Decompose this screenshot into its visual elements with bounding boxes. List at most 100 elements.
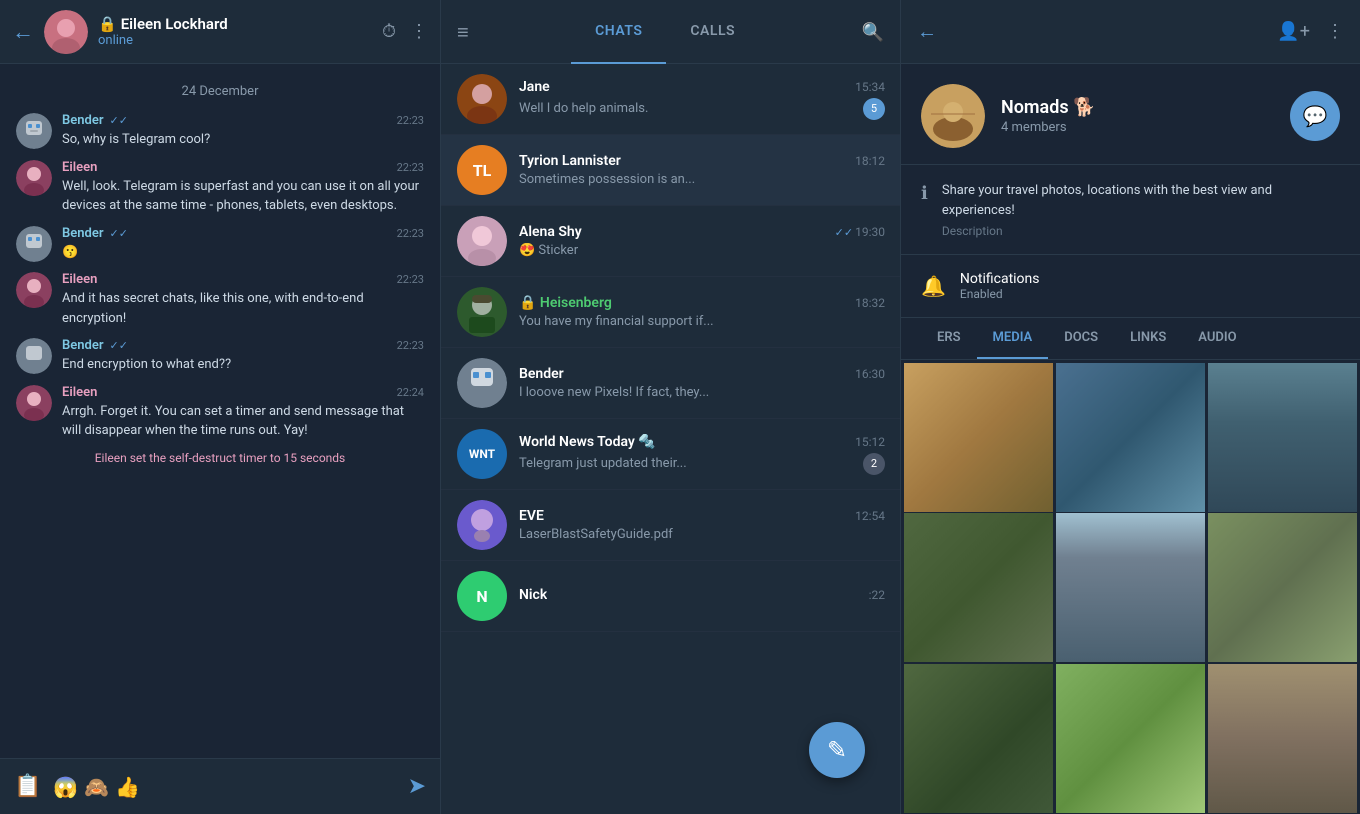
media-thumb-6[interactable] (1208, 513, 1357, 662)
send-button[interactable]: ➤ (408, 774, 426, 799)
header-icons: ⏱ ⋮ (382, 21, 428, 42)
compose-fab[interactable]: ✎ (809, 722, 865, 778)
jane-body: Jane 15:34 Well I do help animals. 5 (519, 79, 885, 120)
message-content: Bender ✓✓ 22:23 😗 (62, 226, 424, 263)
emoji-3: 👍 (115, 775, 140, 799)
heisenberg-top: 🔒 Heisenberg 18:32 (519, 295, 885, 311)
middle-header-top: ≡ CHATS CALLS 🔍 (441, 0, 900, 64)
tab-media[interactable]: MEDIA (977, 318, 1049, 359)
media-thumb-8[interactable] (1056, 664, 1205, 813)
media-thumb-1[interactable] (904, 363, 1053, 512)
jane-badge: 5 (863, 98, 885, 120)
right-more-icon[interactable]: ⋮ (1326, 21, 1344, 42)
chat-item-bender[interactable]: Bender 16:30 I looove new Pixels! If fac… (441, 348, 900, 419)
info-icon: ℹ (921, 183, 928, 204)
wnt-badge: 2 (863, 453, 885, 475)
bender-bottom: I looove new Pixels! If fact, they... (519, 385, 885, 400)
alena-top: Alena Shy ✓✓19:30 (519, 224, 885, 240)
media-thumb-2[interactable] (1056, 363, 1205, 512)
description-label: Description (942, 224, 1340, 238)
chat-item-jane[interactable]: Jane 15:34 Well I do help animals. 5 (441, 64, 900, 135)
sender-name: Eileen (62, 385, 97, 400)
add-user-icon[interactable]: 👤+ (1277, 21, 1310, 42)
chat-item-wnt[interactable]: WNT World News Today 🔩 15:12 Telegram ju… (441, 419, 900, 490)
message-row: Eileen 22:23 And it has secret chats, li… (16, 272, 424, 328)
sender-name: Bender (62, 113, 104, 128)
chat-item-tyrion[interactable]: TL Tyrion Lannister 18:12 Sometimes poss… (441, 135, 900, 206)
jane-avatar (457, 74, 507, 124)
middle-header: ≡ CHATS CALLS 🔍 (440, 0, 900, 63)
tab-docs[interactable]: DOCS (1048, 318, 1114, 359)
eve-name: EVE (519, 508, 544, 524)
search-icon[interactable]: 🔍 (862, 22, 884, 43)
message-text: 😗 (62, 243, 424, 263)
more-icon[interactable]: ⋮ (410, 21, 428, 42)
message-time: 22:23 (397, 161, 424, 174)
chat-input-bar: 📋 😱 🙈 👍 ➤ (0, 758, 440, 814)
heisenberg-name: 🔒 Heisenberg (519, 295, 612, 311)
user-name: 🔒 Eileen Lockhard (98, 15, 372, 33)
message-content: Bender ✓✓ 22:23 End encryption to what e… (62, 338, 424, 375)
chat-fab[interactable]: 💬 (1290, 91, 1340, 141)
media-thumb-5[interactable] (1056, 513, 1205, 662)
chat-item-heisenberg[interactable]: 🔒 Heisenberg 18:32 You have my financial… (441, 277, 900, 348)
media-thumb-9[interactable] (1208, 664, 1357, 813)
chat-item-eve[interactable]: EVE 12:54 LaserBlastSafetyGuide.pdf (441, 490, 900, 561)
heisenberg-avatar (457, 287, 507, 337)
chat-item-alena[interactable]: Alena Shy ✓✓19:30 😍 Sticker (441, 206, 900, 277)
message-header: Bender ✓✓ 22:23 (62, 226, 424, 241)
alena-body: Alena Shy ✓✓19:30 😍 Sticker (519, 224, 885, 258)
media-thumb-7[interactable] (904, 664, 1053, 813)
notifications-content: Notifications Enabled (960, 271, 1040, 301)
eve-body: EVE 12:54 LaserBlastSafetyGuide.pdf (519, 508, 885, 542)
sender-name: Bender (62, 338, 104, 353)
message-time: 22:23 (397, 339, 424, 352)
message-content: Eileen 22:23 Well, look. Telegram is sup… (62, 160, 424, 216)
tyrion-preview: Sometimes possession is an... (519, 172, 885, 187)
bender-avatar (16, 113, 52, 149)
bender-avatar (16, 226, 52, 262)
description-content: Share your travel photos, locations with… (942, 181, 1340, 238)
right-back-button[interactable]: ← (917, 19, 937, 44)
tab-chats[interactable]: CHATS (571, 0, 666, 64)
notifications-section[interactable]: 🔔 Notifications Enabled (901, 255, 1360, 318)
heisenberg-time: 18:32 (855, 296, 885, 310)
tyrion-avatar: TL (457, 145, 507, 195)
media-thumb-3[interactable] (1208, 363, 1357, 512)
tabs: CHATS CALLS (479, 0, 852, 64)
bender-name: Bender (519, 366, 564, 382)
message-content: Eileen 22:24 Arrgh. Forget it. You can s… (62, 385, 424, 441)
bender-list-avatar (457, 358, 507, 408)
tab-ers[interactable]: ERS (921, 318, 977, 359)
eileen-avatar (16, 272, 52, 308)
media-thumb-4[interactable] (904, 513, 1053, 662)
sticker-button[interactable]: 📋 (14, 774, 41, 799)
chat-item-nick[interactable]: N Nick :22 (441, 561, 900, 632)
message-time: 22:24 (397, 386, 424, 399)
left-header: ← 🔒 Eileen Lockhard online ⏱ ⋮ (0, 0, 440, 63)
media-grid (901, 360, 1360, 814)
back-button[interactable]: ← (12, 19, 34, 45)
eileen-avatar (16, 385, 52, 421)
nick-time: :22 (869, 588, 885, 602)
tyrion-body: Tyrion Lannister 18:12 Sometimes possess… (519, 153, 885, 187)
timer-icon[interactable]: ⏱ (382, 21, 396, 42)
message-time: 22:23 (397, 273, 424, 286)
heisenberg-bottom: You have my financial support if... (519, 314, 885, 329)
group-members: 4 members (1001, 120, 1274, 135)
alena-check: ✓✓ (835, 226, 853, 239)
nick-top: Nick :22 (519, 587, 885, 603)
right-header: ← 👤+ ⋮ (900, 0, 1360, 63)
tab-audio[interactable]: AUDIO (1182, 318, 1252, 359)
tab-links[interactable]: LINKS (1114, 318, 1182, 359)
heisenberg-body: 🔒 Heisenberg 18:32 You have my financial… (519, 295, 885, 329)
tyrion-top: Tyrion Lannister 18:12 (519, 153, 885, 169)
message-text: So, why is Telegram cool? (62, 130, 424, 150)
hamburger-icon[interactable]: ≡ (457, 20, 469, 45)
user-status: online (98, 33, 372, 48)
jane-name: Jane (519, 79, 550, 95)
emoji-1: 😱 (53, 775, 78, 799)
nick-body: Nick :22 (519, 587, 885, 606)
tab-calls[interactable]: CALLS (666, 0, 759, 64)
check-icon: ✓✓ (110, 339, 128, 352)
